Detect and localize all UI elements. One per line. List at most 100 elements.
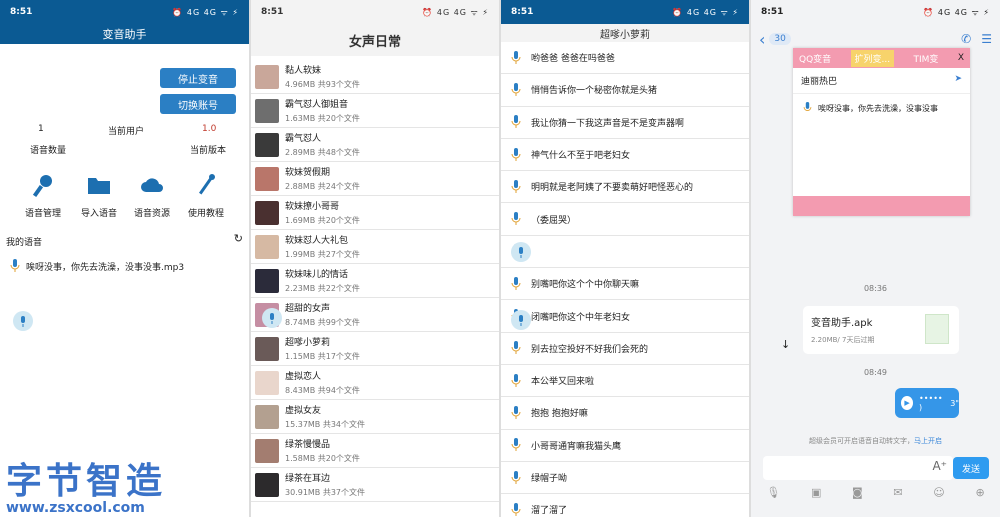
watermark-title: 字节智造 — [6, 461, 167, 502]
voice-pack-item[interactable]: 霸气怼人 2.89MB 共48个文件 — [251, 128, 499, 162]
tab-expand[interactable]: 扩列变... — [850, 49, 895, 67]
avatar — [255, 166, 279, 191]
refresh-icon[interactable]: ↻ — [234, 232, 243, 245]
tool-label: 语音资源 — [133, 209, 170, 219]
voice-clip-label: 闭嘴吧你这个中年老妇女 — [531, 312, 631, 323]
voice-pack-item[interactable]: 黏人软妹 4.96MB 共93个文件 — [251, 60, 499, 94]
voice-clip-label: 悄悄告诉你一个秘密你就是头猪 — [531, 86, 658, 97]
voice-pack-item[interactable]: 软妹味儿的情话 2.23MB 共22个文件 — [251, 264, 499, 298]
voice-pack-name: 虚拟女友 — [285, 406, 322, 416]
tool-voice-manage[interactable]: 语音管理 — [18, 172, 68, 219]
voice-message[interactable]: ▶ ••••• ) 3" — [895, 388, 959, 418]
voice-pack-name: 霸气怼人 — [285, 134, 322, 144]
send-button[interactable]: 发送 — [953, 457, 989, 479]
voice-clip-row[interactable] — [501, 236, 749, 269]
voice-clip-row[interactable]: 绿帽子呦 — [501, 462, 749, 495]
voice-pack-list: 黏人软妹 4.96MB 共93个文件 霸气怼人御姐音 1.63MB 共20个文件 霸气怼… — [251, 60, 499, 502]
mic-small-icon — [511, 502, 521, 516]
mic-small-icon — [511, 50, 521, 64]
voice-clip-row[interactable]: 哟爸爸 爸爸在吗爸爸 — [501, 42, 749, 75]
mic-small-icon — [511, 115, 521, 129]
voice-clip-row[interactable]: 闭嘴吧你这个中年老妇女 — [501, 300, 749, 333]
voice-length: 3" — [950, 398, 959, 408]
mic-small-icon — [511, 438, 521, 452]
popup-tabs: QQ变音 扩列变... TIM变 X — [793, 48, 970, 68]
voice-clip-label: 哟爸爸 爸爸在吗爸爸 — [531, 54, 615, 65]
voice-input-icon[interactable]: 🎙 — [766, 486, 780, 499]
voice-clip-row[interactable]: 我让你猜一下我这声音是不是变声器啊 — [501, 107, 749, 139]
mic-small-icon — [511, 276, 521, 290]
voice-pack-item[interactable]: 虚拟女友 15.37MB 共34个文件 — [251, 400, 499, 434]
screen-female-voice-list: 8:51 ⏰ 4G 4G ᯤ ⚡ 女声日常 黏人软妹 4.96MB 共93个文件霸… — [251, 0, 499, 517]
tool-tutorial[interactable]: 使用教程 — [181, 172, 231, 219]
popup-voice-name: 唉呀没事，你先去洗澡，没事没事 — [818, 103, 938, 113]
mic-small-icon — [511, 147, 521, 161]
voice-pack-item[interactable]: 绿茶在耳边 30.91MB 共37个文件 — [251, 468, 499, 502]
popup-hot-row[interactable]: 迪丽热巴 ➤ — [793, 68, 970, 94]
play-icon[interactable]: ▶ — [901, 396, 914, 410]
voice-clip-row[interactable]: 本公举又回来啦 — [501, 365, 749, 398]
switch-account-button[interactable]: 切换账号 — [160, 94, 236, 114]
stop-voice-change-button[interactable]: 停止变音 — [160, 68, 236, 88]
plus-icon[interactable]: ⊕ — [975, 486, 984, 499]
divider — [499, 0, 501, 517]
download-icon[interactable]: ↓ — [781, 338, 790, 351]
tab-qq-voice[interactable]: QQ变音 — [799, 52, 831, 65]
voice-pack-item[interactable]: 超嗲小萝莉 1.15MB 共17个文件 — [251, 332, 499, 366]
voice-clip-row[interactable]: 抱抱 抱抱好嘛 — [501, 397, 749, 430]
phone-icon[interactable]: ✆ — [961, 32, 971, 46]
floating-mic-icon-2[interactable] — [511, 310, 531, 330]
voice-clip-row[interactable]: 悄悄告诉你一个秘密你就是头猪 — [501, 74, 749, 107]
status-bar: 8:51 ⏰ 4G 4G ᯤ ⚡ — [251, 0, 499, 24]
status-icons: ⏰ 4G 4G ᯤ ⚡ — [422, 7, 489, 17]
voice-clip-row[interactable]: （委屈哭） — [501, 203, 749, 236]
floating-mic-icon[interactable] — [511, 242, 531, 262]
voice-clip-row[interactable]: 小哥哥通宵嘛我猫头鹰 — [501, 430, 749, 462]
voice-clip-row[interactable]: 溜了溜了 — [501, 494, 749, 517]
message-input[interactable]: A⁺ — [763, 456, 953, 480]
font-style-icon[interactable]: A⁺ — [932, 459, 947, 473]
voice-pack-item[interactable]: 霸气怼人御姐音 1.63MB 共20个文件 — [251, 94, 499, 128]
voice-pack-meta: 1.58MB 共20个文件 — [285, 454, 360, 463]
voice-pack-item[interactable]: 软妹贺假期 2.88MB 共24个文件 — [251, 162, 499, 196]
back-icon[interactable]: ‹ — [759, 30, 765, 49]
input-toolbar: 🎙 ▣ ◙ ✉ ☺ ⊕ — [751, 486, 1000, 499]
tool-import-voice[interactable]: 导入语音 — [74, 172, 124, 219]
cloud-icon — [141, 178, 163, 192]
status-time: 8:51 — [261, 7, 284, 17]
mic-small-icon — [511, 179, 521, 193]
voice-clip-row[interactable]: 别嘴吧你这个个中你聊天嘛 — [501, 268, 749, 301]
voice-item[interactable]: 唉呀没事，你先去洗澡，没事没事.mp3 — [10, 259, 184, 273]
popup-close-button[interactable]: X — [958, 53, 964, 63]
voice-pack-name: 软妹味儿的情话 — [285, 270, 349, 280]
tab-tim-voice[interactable]: TIM变 — [914, 52, 939, 65]
status-icons: ⏰ 4G 4G ᯤ ⚡ — [172, 7, 239, 17]
vip-link[interactable]: 马上开启 — [914, 437, 942, 445]
floating-mic-icon[interactable] — [13, 311, 33, 331]
emoji-icon[interactable]: ☺ — [933, 486, 944, 499]
magic-wand-icon — [199, 174, 215, 195]
voice-pack-item[interactable]: 软妹撩小哥哥 1.69MB 共20个文件 — [251, 196, 499, 230]
image-icon[interactable]: ▣ — [811, 486, 821, 499]
page-title: 变音助手 — [0, 24, 249, 44]
voice-clip-row[interactable]: 别去拉空投好不好我们会死的 — [501, 333, 749, 365]
floating-mic-icon[interactable] — [262, 308, 282, 328]
voice-clip-row[interactable]: 神气什么不至于吧老妇女 — [501, 139, 749, 172]
tool-voice-resources[interactable]: 语音资源 — [127, 172, 177, 219]
voice-pack-item[interactable]: 软妹怼人大礼包 1.99MB 共27个文件 — [251, 230, 499, 264]
popup-voice-item[interactable]: 唉呀没事，你先去洗澡，没事没事 — [793, 94, 970, 122]
red-packet-icon[interactable]: ✉ — [893, 486, 902, 499]
voice-pack-item[interactable]: 超甜的女声 8.74MB 共99个文件 — [251, 298, 499, 332]
menu-icon[interactable]: ☰ — [981, 32, 992, 46]
camera-icon[interactable]: ◙ — [852, 486, 863, 499]
file-message[interactable]: 变音助手.apk 2.20MB/ 7天后过期 — [803, 306, 959, 354]
voice-pack-meta: 8.74MB 共99个文件 — [285, 318, 360, 327]
voice-pack-item[interactable]: 虚拟恋人 8.43MB 共94个文件 — [251, 366, 499, 400]
status-bar: 8:51 ⏰ 4G 4G ᯤ ⚡ — [0, 0, 249, 24]
tool-label: 导入语音 — [80, 209, 117, 219]
voice-count-label: 语音数量 — [30, 146, 67, 156]
voice-pack-item[interactable]: 绿茶慢慢品 1.58MB 共20个文件 — [251, 434, 499, 468]
screen-loli-voice-list: 8:51 ⏰ 4G 4G ᯤ ⚡ 超嗲小萝莉 哟爸爸 爸爸在吗爸爸 悄悄告诉你一个… — [501, 0, 749, 517]
send-arrow-icon[interactable]: ➤ — [954, 74, 962, 87]
voice-clip-row[interactable]: 明明就是老阿姨了不要卖萌好吧怪恶心的 — [501, 171, 749, 204]
